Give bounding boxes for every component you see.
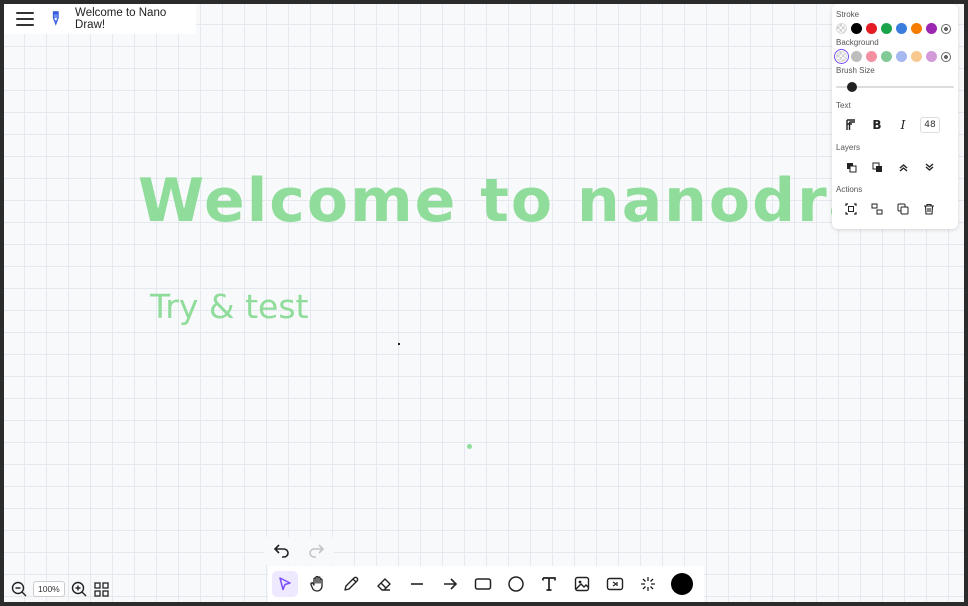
canvas[interactable]: Welcome to nanodraw Try & test [4, 4, 964, 602]
text-tool[interactable] [536, 571, 562, 597]
line-tool[interactable] [404, 571, 430, 597]
redo-icon [309, 544, 324, 558]
redo-button[interactable] [304, 539, 328, 563]
zoom-out-icon [11, 581, 27, 597]
ungroup-icon[interactable] [866, 199, 888, 219]
app-title: Welcome to Nano Draw! [75, 7, 167, 31]
hand-tool[interactable] [305, 571, 331, 597]
canvas-subtitle-text[interactable]: Try & test [150, 287, 309, 326]
pencil-tool[interactable] [338, 571, 364, 597]
stroke-swatch-orange[interactable] [911, 23, 922, 34]
embed-tool[interactable] [602, 571, 628, 597]
stroke-swatch-blue[interactable] [896, 23, 907, 34]
arrow-tool[interactable] [437, 571, 463, 597]
background-swatch-transparent[interactable] [834, 49, 849, 64]
grid-icon [94, 581, 109, 597]
bold-icon[interactable]: B [866, 115, 888, 135]
zoom-in-button[interactable] [70, 580, 88, 598]
ellipse-icon [508, 576, 524, 592]
background-color-picker-icon[interactable] [941, 51, 951, 62]
select-tool[interactable] [272, 571, 298, 597]
laser-icon [641, 577, 655, 591]
stroke-swatch-black[interactable] [851, 23, 862, 34]
background-swatch-orange[interactable] [911, 51, 922, 62]
actions-label: Actions [836, 185, 863, 194]
zoom-level[interactable]: 100% [33, 581, 65, 597]
pen-logo-icon [52, 11, 59, 26]
text-icon [542, 577, 556, 591]
background-swatches [834, 49, 954, 64]
send-to-back-icon[interactable] [840, 157, 862, 177]
duplicate-icon[interactable] [892, 199, 914, 219]
eraser-icon [377, 578, 391, 591]
background-label: Background [836, 38, 879, 47]
layer-controls [840, 157, 954, 177]
text-label: Text [836, 101, 851, 110]
undo-icon [274, 544, 289, 558]
laser-tool[interactable] [635, 571, 661, 597]
background-swatch-blue[interactable] [896, 51, 907, 62]
background-swatch-green[interactable] [881, 51, 892, 62]
hand-icon [310, 575, 323, 592]
pencil-icon [344, 576, 359, 591]
canvas-dot-black[interactable] [398, 343, 400, 345]
properties-panel: Stroke Background Brush Size Text B I 48… [832, 4, 958, 229]
canvas-dot-green[interactable] [467, 444, 472, 449]
layers-label: Layers [836, 143, 861, 152]
stroke-label: Stroke [836, 10, 860, 19]
embed-icon [606, 577, 624, 591]
stroke-swatch-transparent[interactable] [836, 23, 847, 34]
current-color-button[interactable] [671, 573, 693, 595]
send-backward-icon[interactable] [918, 157, 940, 177]
stroke-swatch-green[interactable] [881, 23, 892, 34]
fit-to-screen-button[interactable] [93, 580, 111, 598]
brush-size-thumb[interactable] [846, 82, 857, 92]
select-icon [279, 577, 291, 591]
delete-icon[interactable] [918, 199, 940, 219]
menu-icon[interactable] [16, 12, 34, 26]
ellipse-tool[interactable] [503, 571, 529, 597]
group-icon[interactable] [840, 199, 862, 219]
tool-bar [268, 566, 704, 602]
zoom-out-button[interactable] [10, 580, 28, 598]
stroke-swatch-red[interactable] [866, 23, 877, 34]
image-tool[interactable] [569, 571, 595, 597]
background-swatch-pink[interactable] [866, 51, 877, 62]
canvas-title-text[interactable]: Welcome to nanodraw [138, 166, 929, 236]
image-icon [574, 576, 590, 592]
background-swatch-purple[interactable] [926, 51, 937, 62]
stroke-swatch-purple[interactable] [926, 23, 937, 34]
zoom-in-icon [71, 581, 87, 597]
history-controls [264, 537, 334, 565]
line-icon [411, 583, 423, 585]
stroke-color-picker-icon[interactable] [941, 23, 951, 34]
brush-size-slider[interactable] [836, 79, 954, 95]
bring-forward-icon[interactable] [892, 157, 914, 177]
rectangle-icon [474, 578, 492, 590]
bring-to-front-icon[interactable] [866, 157, 888, 177]
font-size-input[interactable]: 48 [920, 117, 940, 133]
text-controls: B I 48 [840, 115, 954, 135]
undo-button[interactable] [270, 539, 294, 563]
rectangle-tool[interactable] [470, 571, 496, 597]
background-swatch-gray[interactable] [851, 51, 862, 62]
zoom-controls: 100% [10, 578, 111, 600]
arrow-icon [444, 578, 458, 590]
eraser-tool[interactable] [371, 571, 397, 597]
action-controls [840, 199, 954, 219]
font-family-icon[interactable] [840, 115, 862, 135]
header-bar: Welcome to Nano Draw! [4, 4, 196, 34]
italic-icon[interactable]: I [892, 115, 914, 135]
stroke-swatches [836, 23, 954, 34]
brush-size-label: Brush Size [836, 66, 875, 75]
